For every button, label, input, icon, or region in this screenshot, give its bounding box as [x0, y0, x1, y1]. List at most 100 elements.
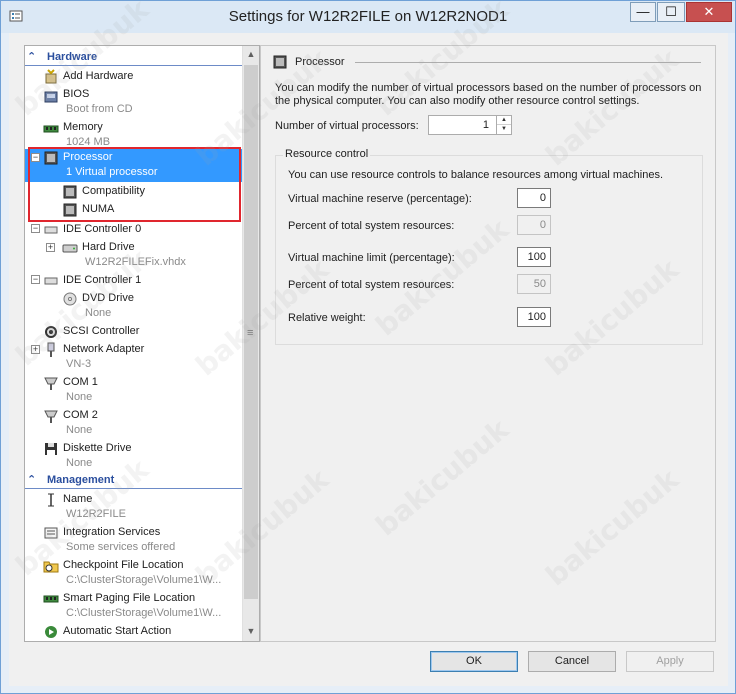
- collapse-expander-icon[interactable]: −: [31, 224, 40, 233]
- hard-drive-icon: [62, 244, 78, 253]
- reserve-percent-field: 0: [517, 215, 551, 235]
- tree-item-detail: W12R2FILEFix.vhdx: [85, 256, 186, 268]
- limit-label: Virtual machine limit (percentage):: [288, 252, 455, 264]
- tree-content: ⌃ Hardware Add Hardware BIOS Boot from C…: [25, 46, 243, 641]
- tree-item-label: SCSI Controller: [63, 325, 140, 337]
- tree-item-label: Network Adapter: [63, 343, 145, 355]
- dialog-client-area: ⌃ Hardware Add Hardware BIOS Boot from C…: [9, 33, 728, 686]
- collapse-chevron-icon[interactable]: ⌃: [27, 50, 36, 63]
- processor-icon: [273, 55, 287, 69]
- tree-item-label: Checkpoint File Location: [63, 559, 184, 571]
- title-bar[interactable]: Settings for W12R2FILE on W12R2NOD1 — ☐ …: [1, 1, 735, 33]
- minimize-button[interactable]: —: [630, 2, 656, 22]
- highlight-annotation-box: [28, 147, 241, 222]
- limit-percent-label: Percent of total system resources:: [288, 279, 455, 291]
- tree-item-detail: Boot from CD: [66, 103, 133, 115]
- tree-item-com2[interactable]: COM 2 None: [25, 407, 243, 440]
- tree-item-network-adapter[interactable]: + Network Adapter VN-3: [25, 341, 243, 374]
- tree-item-detail: C:\ClusterStorage\Volume1\W...: [66, 607, 222, 619]
- settings-tree: ⌃ Hardware Add Hardware BIOS Boot from C…: [24, 45, 260, 642]
- relative-weight-input[interactable]: 100: [517, 307, 551, 327]
- scsi-controller-icon: [45, 326, 57, 338]
- tree-item-label: Memory: [63, 121, 103, 133]
- tree-item-label: Name: [63, 493, 93, 505]
- com-port-icon: [44, 410, 58, 423]
- tree-item-label: Integration Services: [63, 526, 161, 538]
- close-button[interactable]: ✕: [686, 2, 732, 22]
- management-section-header[interactable]: ⌃ Management: [25, 473, 243, 489]
- automatic-start-icon: [45, 626, 57, 638]
- tree-item-name[interactable]: Name W12R2FILE: [25, 491, 243, 524]
- tree-item-detail: VN-3: [66, 358, 92, 370]
- virtual-processors-value[interactable]: 1: [483, 119, 489, 131]
- section-divider: [25, 488, 243, 489]
- spinner-up-arrow-icon[interactable]: ▲: [497, 116, 511, 125]
- tree-item-label: Hard Drive: [82, 241, 135, 253]
- tree-item-detail: None: [66, 424, 93, 436]
- tree-item-com1[interactable]: COM 1 None: [25, 374, 243, 407]
- spinner-buttons: ▲ ▼: [496, 116, 511, 134]
- checkpoint-folder-icon: [43, 561, 59, 573]
- virtual-processors-label: Number of virtual processors:: [275, 120, 419, 132]
- virtual-processors-spinner[interactable]: 1 ▲ ▼: [428, 115, 512, 135]
- tree-item-bios[interactable]: BIOS Boot from CD: [25, 86, 243, 119]
- tree-item-automatic-start-action[interactable]: Automatic Start Action: [25, 623, 243, 641]
- tree-item-label: COM 1: [63, 376, 98, 388]
- cancel-button[interactable]: Cancel: [528, 651, 616, 672]
- reserve-label: Virtual machine reserve (percentage):: [288, 193, 472, 205]
- relative-weight-label: Relative weight:: [288, 312, 366, 324]
- scrollbar-thumb[interactable]: ≡: [244, 65, 258, 599]
- panel-title-divider: [355, 62, 701, 63]
- collapse-expander-icon[interactable]: −: [31, 275, 40, 284]
- name-text-icon: [48, 493, 54, 507]
- tree-item-checkpoint-location[interactable]: Checkpoint File Location C:\ClusterStora…: [25, 557, 243, 590]
- com-port-icon: [44, 377, 58, 390]
- tree-item-detail: None: [85, 307, 112, 319]
- memory-icon: [43, 125, 59, 133]
- dvd-drive-icon: [63, 292, 77, 306]
- tree-item-diskette-drive[interactable]: Diskette Drive None: [25, 440, 243, 473]
- tree-scrollbar[interactable]: ▲ ≡ ▼: [242, 46, 259, 641]
- tree-item-scsi-controller[interactable]: SCSI Controller: [25, 323, 243, 341]
- spinner-down-arrow-icon[interactable]: ▼: [497, 125, 511, 134]
- processor-settings-panel: Processor You can modify the number of v…: [260, 45, 716, 642]
- tree-item-detail: None: [66, 457, 93, 469]
- tree-item-detail: C:\ClusterStorage\Volume1\W...: [66, 574, 222, 586]
- tree-item-label: Automatic Start Action: [63, 625, 172, 637]
- resource-control-title: Resource control: [283, 148, 371, 160]
- expand-expander-icon[interactable]: +: [46, 243, 55, 252]
- collapse-chevron-icon[interactable]: ⌃: [27, 473, 36, 486]
- tree-item-label: IDE Controller 1: [63, 274, 142, 286]
- tree-item-add-hardware[interactable]: Add Hardware: [25, 68, 243, 86]
- hardware-section-header[interactable]: ⌃ Hardware: [25, 50, 243, 66]
- window-title: Settings for W12R2FILE on W12R2NOD1: [228, 8, 508, 25]
- minimize-icon: —: [636, 4, 650, 19]
- limit-input[interactable]: 100: [517, 247, 551, 267]
- tree-item-hard-drive[interactable]: + Hard Drive W12R2FILEFix.vhdx: [25, 239, 243, 272]
- apply-button: Apply: [626, 651, 714, 672]
- management-section-label: Management: [47, 474, 115, 486]
- hardware-section-label: Hardware: [47, 51, 98, 63]
- diskette-icon: [45, 443, 57, 455]
- expand-expander-icon[interactable]: +: [31, 345, 40, 354]
- tree-item-detail: None: [66, 391, 93, 403]
- scroll-up-arrow-icon[interactable]: ▲: [243, 46, 259, 63]
- tree-item-label: COM 2: [63, 409, 98, 421]
- tree-item-ide-controller-1[interactable]: − IDE Controller 1: [25, 272, 243, 290]
- ok-button[interactable]: OK: [430, 651, 518, 672]
- tree-item-integration-services[interactable]: Integration Services Some services offer…: [25, 524, 243, 557]
- tree-item-label: IDE Controller 0: [63, 223, 142, 235]
- tree-item-ide-controller-0[interactable]: − IDE Controller 0: [25, 221, 243, 239]
- limit-percent-field: 50: [517, 274, 551, 294]
- integration-services-icon: [44, 527, 58, 539]
- ide-controller-icon: [44, 226, 58, 234]
- panel-title: Processor: [295, 56, 345, 68]
- maximize-button[interactable]: ☐: [657, 2, 685, 22]
- scroll-down-arrow-icon[interactable]: ▼: [243, 623, 259, 640]
- reserve-input[interactable]: 0: [517, 188, 551, 208]
- tree-item-smart-paging-location[interactable]: Smart Paging File Location C:\ClusterSto…: [25, 590, 243, 623]
- resource-control-description: You can use resource controls to balance…: [288, 169, 664, 181]
- tree-item-dvd-drive[interactable]: DVD Drive None: [25, 290, 243, 323]
- add-hardware-icon: [45, 69, 57, 84]
- close-icon: ✕: [703, 4, 715, 19]
